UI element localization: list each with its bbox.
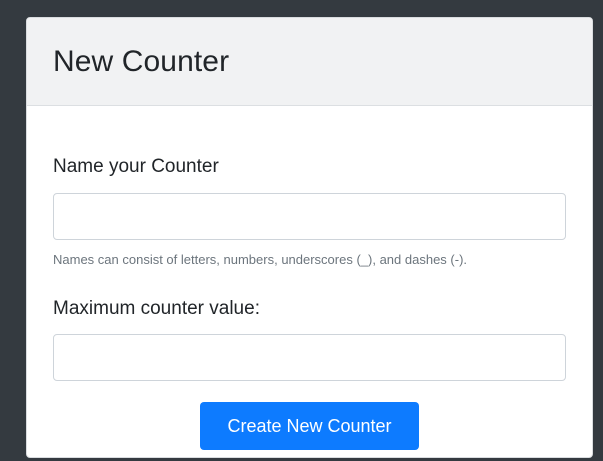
counter-name-input[interactable] (53, 193, 566, 240)
max-value-field-label: Maximum counter value: (53, 298, 260, 319)
max-counter-value-input[interactable] (53, 334, 566, 381)
new-counter-card: New Counter Name your Counter Names can … (26, 17, 593, 458)
card-header: New Counter (27, 18, 592, 106)
page-title: New Counter (53, 44, 230, 78)
create-counter-button[interactable]: Create New Counter (200, 402, 419, 450)
name-field-label: Name your Counter (53, 156, 219, 177)
name-help-text: Names can consist of letters, numbers, u… (53, 252, 468, 267)
